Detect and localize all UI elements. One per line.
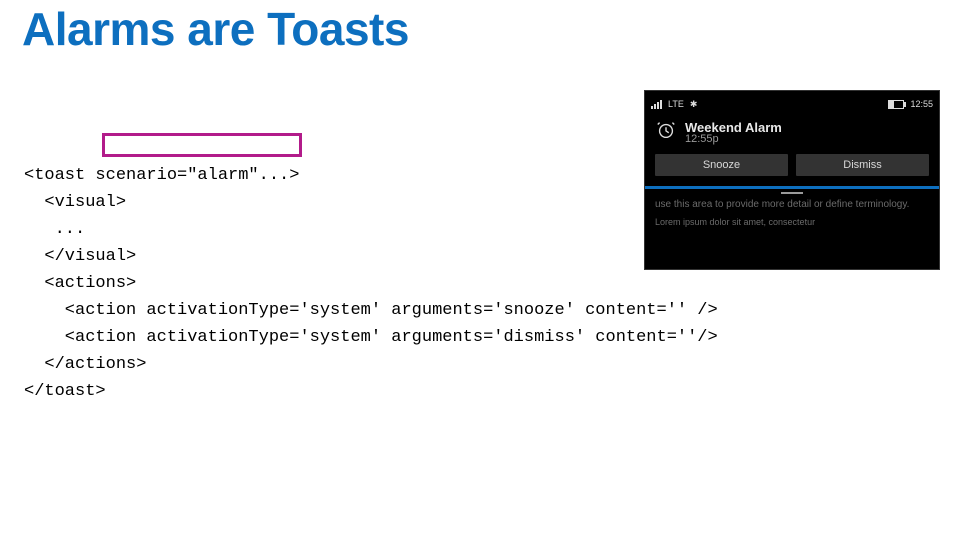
code-block: <toast scenario="alarm"...> <visual> ...… — [24, 135, 718, 405]
alarm-clock-icon — [655, 119, 677, 146]
toast-notification: Weekend Alarm 12:55p Snooze Dismiss — [645, 113, 939, 189]
code-line: </toast> — [24, 382, 106, 401]
code-line: <action activationType='system' argument… — [24, 328, 718, 347]
snooze-button[interactable]: Snooze — [655, 154, 788, 176]
status-bar: LTE ✱ 12:55 — [645, 91, 939, 113]
code-line: </visual> — [24, 247, 136, 266]
lte-label: LTE — [668, 99, 684, 109]
slide-title: Alarms are Toasts — [22, 2, 409, 56]
accent-bar — [645, 186, 939, 189]
code-line: <toast scenario="alarm"...> — [24, 166, 299, 185]
code-line: ... — [24, 220, 85, 239]
phone-preview: LTE ✱ 12:55 Weekend Alarm 12:55p Snooze — [644, 90, 940, 270]
code-line: </actions> — [24, 355, 146, 374]
battery-icon — [888, 100, 904, 109]
code-line: <action activationType='system' argument… — [24, 301, 718, 320]
signal-icon — [651, 100, 662, 109]
code-line: <actions> — [24, 274, 136, 293]
dismiss-button[interactable]: Dismiss — [796, 154, 929, 176]
lorem-text: Lorem ipsum dolor sit amet, consectetur — [645, 211, 939, 227]
bluetooth-icon: ✱ — [690, 99, 698, 110]
hint-text: use this area to provide more detail or … — [645, 194, 939, 211]
code-line: <visual> — [24, 193, 126, 212]
clock-label: 12:55 — [910, 99, 933, 109]
